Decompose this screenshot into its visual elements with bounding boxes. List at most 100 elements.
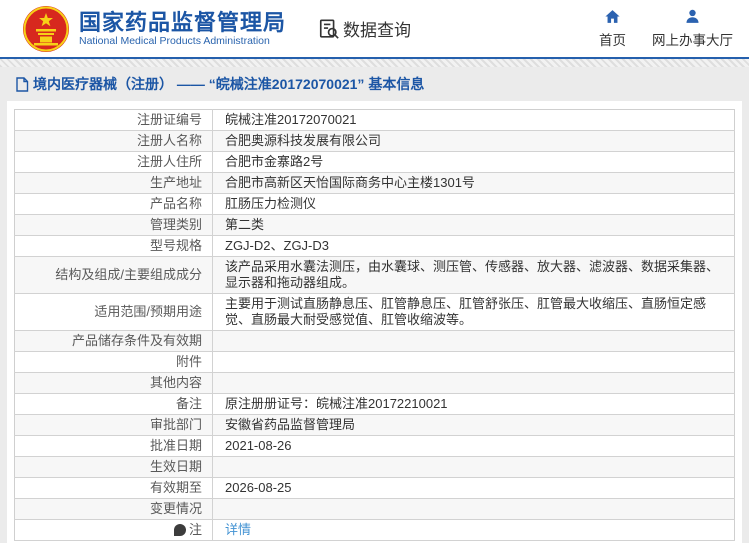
- row-label: 生效日期: [14, 456, 213, 478]
- person-icon: [686, 9, 699, 23]
- table-row: 备注 原注册册证号：皖械注准20172210021: [14, 393, 735, 415]
- nav-home-label: 首页: [599, 33, 626, 48]
- row-label-text: 审批部门: [149, 417, 202, 432]
- row-value: 主要用于测试直肠静息压、肛管静息压、肛管舒张压、肛管最大收缩压、直肠恒定感觉、直…: [225, 296, 707, 327]
- row-value: 2026-08-25: [225, 480, 292, 495]
- table-row: 管理类别 第二类: [14, 214, 735, 236]
- row-label-text: 产品名称: [149, 196, 202, 211]
- row-label-text: 生产地址: [149, 175, 202, 190]
- row-label-text: 产品储存条件及有效期: [71, 333, 202, 348]
- info-table: 注册证编号 皖械注准20172070021 注册人名称 合肥奥源科技发展有限公司…: [14, 109, 735, 541]
- table-row: 生效日期: [14, 456, 735, 478]
- row-label-text: 管理类别: [149, 217, 202, 232]
- table-row: 变更情况: [14, 498, 735, 520]
- table-row: 结构及组成/主要组成成分 该产品采用水囊法测压，由水囊球、测压管、传感器、放大器…: [14, 256, 735, 294]
- note-icon: [173, 524, 186, 536]
- header-nav: 首页 网上办事大厅: [599, 8, 733, 49]
- table-row: 注 详情: [14, 519, 735, 541]
- row-label-text: 适用范围/预期用途: [94, 304, 202, 319]
- row-value: 该产品采用水囊法测压，由水囊球、测压管、传感器、放大器、滤波器、数据采集器、显示…: [225, 259, 720, 290]
- site-header: 国家药品监督管理局 National Medical Products Admi…: [0, 0, 749, 57]
- table-row: 适用范围/预期用途 主要用于测试直肠静息压、肛管静息压、肛管舒张压、肛管最大收缩…: [14, 293, 735, 331]
- row-label-text: 变更情况: [149, 501, 202, 516]
- row-value: [213, 457, 735, 478]
- row-label: 生产地址: [14, 172, 213, 194]
- row-label-text: 注册人名称: [136, 133, 202, 148]
- data-query-button[interactable]: 数据查询: [318, 16, 411, 41]
- row-value: ZGJ-D2、ZGJ-D3: [225, 238, 330, 253]
- hatch-band: [0, 59, 749, 67]
- info-table-body: 注册证编号 皖械注准20172070021 注册人名称 合肥奥源科技发展有限公司…: [14, 109, 735, 541]
- row-label-text: 其他内容: [149, 375, 202, 390]
- row-label: 产品储存条件及有效期: [14, 330, 213, 352]
- row-label-text: 批准日期: [149, 438, 202, 453]
- row-value: 皖械注准20172070021: [225, 112, 357, 127]
- row-label: 审批部门: [14, 414, 213, 436]
- nav-online-hall-label: 网上办事大厅: [652, 33, 733, 48]
- row-label: 有效期至: [14, 477, 213, 499]
- row-label: 注: [14, 519, 213, 541]
- row-label: 备注: [14, 393, 213, 415]
- row-label: 适用范围/预期用途: [14, 293, 213, 331]
- row-label: 产品名称: [14, 193, 213, 215]
- table-row: 有效期至 2026-08-25: [14, 477, 735, 499]
- row-label: 其他内容: [14, 372, 213, 394]
- data-query-icon: [319, 18, 339, 39]
- row-label: 注册证编号: [14, 109, 213, 131]
- page-title: 境内医疗器械（注册） —— “皖械注准20172070021” 基本信息: [33, 76, 425, 92]
- row-label-text: 附件: [175, 354, 202, 369]
- table-row: 注册证编号 皖械注准20172070021: [14, 109, 735, 131]
- row-value: 详情: [213, 520, 735, 541]
- row-value: [213, 373, 735, 394]
- row-value: 第二类: [225, 217, 265, 232]
- table-row: 审批部门 安徽省药品监督管理局: [14, 414, 735, 436]
- national-emblem-icon: [23, 5, 69, 52]
- home-icon: [605, 10, 620, 23]
- row-label: 注册人住所: [14, 151, 213, 173]
- agency-title-block: 国家药品监督管理局 National Medical Products Admi…: [79, 10, 286, 48]
- row-label: 变更情况: [14, 498, 213, 520]
- table-row: 批准日期 2021-08-26: [14, 435, 735, 457]
- row-value: 肛肠压力检测仪: [225, 196, 317, 211]
- table-row: 产品名称 肛肠压力检测仪: [14, 193, 735, 215]
- info-card: 注册证编号 皖械注准20172070021 注册人名称 合肥奥源科技发展有限公司…: [7, 101, 742, 543]
- detail-link[interactable]: 详情: [225, 522, 251, 537]
- row-label: 型号规格: [14, 235, 213, 257]
- nav-online-hall[interactable]: 网上办事大厅: [652, 8, 733, 49]
- agency-name-cn: 国家药品监督管理局: [79, 9, 287, 35]
- row-value: 原注册册证号：皖械注准20172210021: [225, 396, 448, 411]
- row-value: 合肥奥源科技发展有限公司: [225, 133, 382, 148]
- breadcrumb: 境内医疗器械（注册） —— “皖械注准20172070021” 基本信息: [0, 67, 749, 101]
- row-label-text: 型号规格: [149, 238, 202, 253]
- data-query-label: 数据查询: [343, 21, 412, 40]
- row-label-text: 注册证编号: [136, 112, 202, 127]
- agency-name-en: National Medical Products Administration: [79, 34, 270, 47]
- row-label: 批准日期: [14, 435, 213, 457]
- row-value: 合肥市金寨路2号: [225, 154, 324, 169]
- table-row: 产品储存条件及有效期: [14, 330, 735, 352]
- row-label-text: 结构及组成/主要组成成分: [55, 267, 202, 282]
- row-value: [213, 331, 735, 352]
- row-label: 注册人名称: [14, 130, 213, 152]
- row-label-text: 注册人住所: [136, 154, 202, 169]
- row-value: [213, 499, 735, 520]
- table-row: 附件: [14, 351, 735, 373]
- table-row: 型号规格 ZGJ-D2、ZGJ-D3: [14, 235, 735, 257]
- table-row: 注册人名称 合肥奥源科技发展有限公司: [14, 130, 735, 152]
- row-label: 附件: [14, 351, 213, 373]
- row-label-text: 备注: [175, 396, 202, 411]
- row-value: 合肥市高新区天怡国际商务中心主楼1301号: [225, 175, 475, 190]
- row-label-text: 有效期至: [149, 480, 202, 495]
- row-value: [213, 352, 735, 373]
- table-row: 其他内容: [14, 372, 735, 394]
- nav-home[interactable]: 首页: [599, 8, 626, 49]
- row-label-text: 注: [188, 522, 202, 537]
- row-label: 管理类别: [14, 214, 213, 236]
- row-value: 2021-08-26: [225, 438, 292, 453]
- row-label: 结构及组成/主要组成成分: [14, 256, 213, 294]
- table-row: 注册人住所 合肥市金寨路2号: [14, 151, 735, 173]
- document-icon: [16, 76, 29, 92]
- main-content: 境内医疗器械（注册） —— “皖械注准20172070021” 基本信息 注册证…: [0, 67, 749, 543]
- table-row: 生产地址 合肥市高新区天怡国际商务中心主楼1301号: [14, 172, 735, 194]
- row-label-text: 生效日期: [149, 459, 202, 474]
